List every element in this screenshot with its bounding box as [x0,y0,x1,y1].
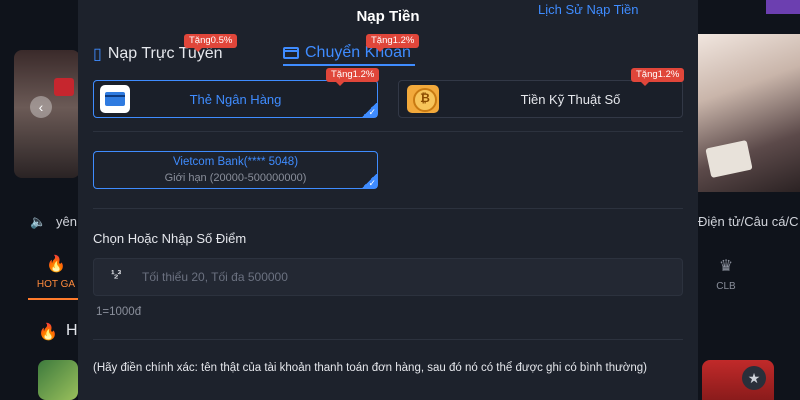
divider [93,339,683,340]
method-crypto-bonus-badge: Tặng1.2% [631,68,685,86]
numbers-icon: ¹₂³ [111,269,121,281]
flame-icon: 🔥 [46,256,66,273]
crypto-coin-icon [407,85,439,113]
divider [93,131,683,132]
wallet-icon [283,47,299,59]
speaker-icon: 🔈 [30,214,47,229]
game-thumbnail-left[interactable] [38,360,78,400]
deposit-modal: Nạp Tiền Lịch Sử Nạp Tiền ▯ Nạp Trực Tuy… [78,0,698,400]
selected-check-icon: ✓ [361,174,377,188]
deposit-history-link[interactable]: Lịch Sử Nạp Tiền [538,2,638,17]
method-crypto-label: Tiền Kỹ Thuật Số [520,92,621,107]
bank-account-limit: Giới hạn (20000-500000000) [164,172,307,184]
section-title-partial: H [66,322,78,339]
tab-online-bonus-badge: Tặng0.5% [184,34,238,52]
payment-instruction-note: (Hãy điền chính xác: tên thật của tài kh… [93,362,647,374]
active-tab-underline [283,64,415,66]
bank-account-option[interactable]: Vietcom Bank(**** 5048) Giới hạn (20000-… [93,151,378,189]
nav-hot-games[interactable]: 🔥 HOT GA [32,254,80,292]
nav-clb-label: CLB [716,281,736,292]
nav-active-indicator [28,298,80,300]
tab-transfer-bonus-badge: Tặng1.2% [366,34,420,52]
section-flame-icon: 🔥 [38,324,58,341]
nav-hot-label: HOT GA [36,279,76,290]
method-bank-card-label: Thẻ Ngân Hàng [189,92,282,107]
crown-icon: ♛ [718,258,734,275]
divider [93,208,683,209]
phone-icon: ▯ [93,46,102,63]
banner-prev-arrow-icon[interactable]: ‹ [30,96,52,118]
points-input[interactable] [142,267,642,287]
favorite-star-icon[interactable]: ★ [742,366,766,390]
method-bank-bonus-badge: Tặng1.2% [326,68,380,86]
selected-check-icon: ✓ [361,103,377,117]
marquee-text-left: yên [56,214,77,229]
marquee-text-right: Điện tử/Câu cá/C [698,214,799,229]
points-label: Chọn Hoặc Nhập Số Điểm [93,231,247,246]
promo-banner-right[interactable] [698,34,800,192]
exchange-rate-text: 1=1000đ [96,306,142,318]
game-thumbnail-top-right[interactable] [766,0,800,14]
points-field[interactable]: ¹₂³ [93,258,683,296]
bank-account-name: Vietcom Bank(**** 5048) [172,156,299,168]
nav-clb[interactable]: ♛ CLB [706,256,746,294]
